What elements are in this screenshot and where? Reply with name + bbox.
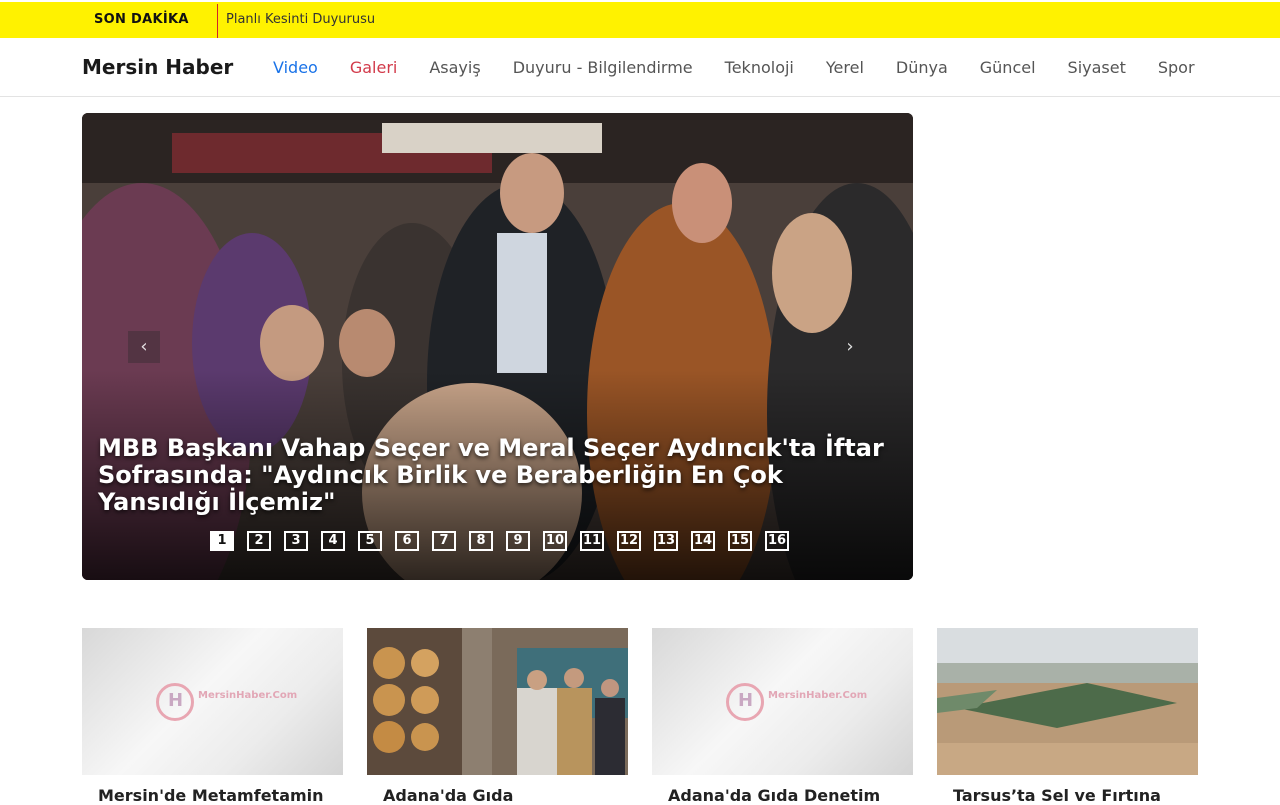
breaking-label: SON DAKİKA <box>94 12 189 27</box>
nav-item-guncel[interactable]: Güncel <box>980 58 1036 77</box>
nav-item-asayis[interactable]: Asayiş <box>429 58 480 77</box>
card-title[interactable]: Mersin'de Metamfetamin <box>98 786 338 805</box>
nav-item-teknoloji[interactable]: Teknoloji <box>725 58 794 77</box>
page-button[interactable]: 9 <box>506 531 530 551</box>
news-card[interactable]: Tarsus’ta Sel ve Fırtına <box>937 628 1198 805</box>
news-card[interactable]: MersinHaber.Com Adana'da Gıda Denetim <box>652 628 913 805</box>
site-logo-icon <box>156 683 194 721</box>
nav-item-dunya[interactable]: Dünya <box>896 58 948 77</box>
page-button[interactable]: 1 <box>210 531 234 551</box>
card-title[interactable]: Adana'da Gıda <box>383 786 623 805</box>
chevron-right-icon[interactable]: › <box>834 331 866 363</box>
page-button[interactable]: 14 <box>691 531 715 551</box>
card-title[interactable]: Adana'da Gıda Denetim <box>668 786 908 805</box>
nav-item-video[interactable]: Video <box>273 58 318 77</box>
breaking-news-link[interactable]: Planlı Kesinti Duyurusu <box>226 2 375 38</box>
page-button[interactable]: 2 <box>247 531 271 551</box>
page-button[interactable]: 6 <box>395 531 419 551</box>
page-button[interactable]: 16 <box>765 531 789 551</box>
page-button[interactable]: 7 <box>432 531 456 551</box>
page-button[interactable]: 5 <box>358 531 382 551</box>
page-button[interactable]: 8 <box>469 531 493 551</box>
card-image[interactable] <box>367 628 628 775</box>
hero-headline[interactable]: MBB Başkanı Vahap Seçer ve Meral Seçer A… <box>98 435 888 516</box>
news-card[interactable]: MersinHaber.Com Mersin'de Metamfetamin <box>82 628 343 805</box>
slider-pagination: 1 2 3 4 5 6 7 8 9 10 11 12 13 14 15 16 <box>210 531 789 551</box>
card-image-placeholder[interactable]: MersinHaber.Com <box>82 628 343 775</box>
site-logo-icon <box>726 683 764 721</box>
nav-item-duyuru[interactable]: Duyuru - Bilgilendirme <box>513 58 693 77</box>
site-header: Mersin Haber Video Galeri Asayiş Duyuru … <box>0 38 1280 97</box>
chevron-left-icon[interactable]: ‹ <box>128 331 160 363</box>
flood-aerial-photo <box>937 628 1198 775</box>
page-button[interactable]: 12 <box>617 531 641 551</box>
bakery-photo <box>367 628 628 775</box>
card-image[interactable] <box>937 628 1198 775</box>
page-button[interactable]: 11 <box>580 531 604 551</box>
breaking-separator <box>217 4 218 38</box>
headline-slider[interactable]: ‹ › MBB Başkanı Vahap Seçer ve Meral Seç… <box>82 113 913 580</box>
page-button[interactable]: 4 <box>321 531 345 551</box>
page-button[interactable]: 3 <box>284 531 308 551</box>
card-title[interactable]: Tarsus’ta Sel ve Fırtına <box>953 786 1193 805</box>
nav-item-galeri[interactable]: Galeri <box>350 58 398 77</box>
site-logo[interactable]: Mersin Haber <box>82 38 233 97</box>
nav-item-spor[interactable]: Spor <box>1158 58 1195 77</box>
card-image-placeholder[interactable]: MersinHaber.Com <box>652 628 913 775</box>
page-button[interactable]: 10 <box>543 531 567 551</box>
page-button[interactable]: 15 <box>728 531 752 551</box>
nav-item-yerel[interactable]: Yerel <box>826 58 864 77</box>
logo-watermark: MersinHaber.Com <box>768 690 868 701</box>
nav-item-siyaset[interactable]: Siyaset <box>1068 58 1126 77</box>
page-button[interactable]: 13 <box>654 531 678 551</box>
logo-watermark: MersinHaber.Com <box>198 690 298 701</box>
news-card[interactable]: Adana'da Gıda <box>367 628 628 805</box>
main-nav: Video Galeri Asayiş Duyuru - Bilgilendir… <box>273 38 1227 97</box>
breaking-news-bar: SON DAKİKA Planlı Kesinti Duyurusu <box>0 2 1280 38</box>
